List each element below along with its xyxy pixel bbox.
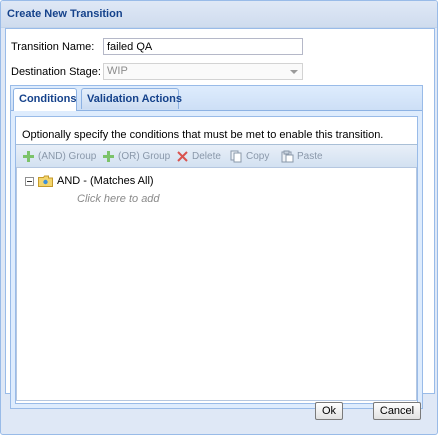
copy-button[interactable]: Copy — [230, 148, 269, 164]
plus-icon — [22, 150, 35, 163]
dialog-titlebar[interactable]: Create New Transition — [1, 1, 437, 28]
chevron-down-icon[interactable] — [286, 64, 302, 79]
paste-button[interactable]: Paste — [281, 148, 323, 164]
add-and-group-label: (AND) Group — [38, 150, 97, 162]
create-transition-dialog: Create New Transition Transition Name: D… — [0, 0, 438, 435]
tab-strip: Conditions Validation Actions — [11, 86, 422, 111]
delete-label: Delete — [192, 150, 221, 162]
cancel-button[interactable]: Cancel — [373, 402, 421, 420]
transition-name-label: Transition Name: — [11, 41, 95, 53]
add-and-group-button[interactable]: (AND) Group — [22, 148, 96, 164]
tab-validation-actions[interactable]: Validation Actions — [81, 88, 182, 109]
copy-label: Copy — [246, 150, 270, 162]
paste-icon — [281, 150, 294, 163]
transition-name-input[interactable] — [103, 38, 303, 55]
destination-stage-label: Destination Stage: — [11, 66, 101, 78]
tab-conditions[interactable]: Conditions — [13, 88, 77, 111]
ok-button[interactable]: Ok — [315, 402, 343, 420]
tree-root-label: AND - (Matches All) — [57, 175, 154, 187]
dialog-body: Transition Name: Destination Stage: WIP … — [5, 28, 435, 409]
dialog-title: Create New Transition — [7, 8, 123, 20]
folder-icon — [38, 175, 53, 187]
add-or-group-button[interactable]: (OR) Group — [102, 148, 170, 164]
add-or-group-label: (OR) Group — [118, 150, 171, 162]
conditions-toolbar: (AND) Group (OR) Group Delete Copy Paste — [16, 144, 417, 168]
collapse-icon[interactable] — [25, 176, 34, 186]
add-condition-placeholder[interactable]: Click here to add — [77, 193, 160, 205]
delete-x-icon — [176, 150, 189, 163]
copy-icon — [230, 150, 243, 163]
delete-button[interactable]: Delete — [176, 148, 221, 164]
destination-stage-combo[interactable]: WIP — [103, 63, 303, 80]
destination-stage-value: WIP — [107, 65, 128, 77]
plus-icon — [102, 150, 115, 163]
paste-label: Paste — [297, 150, 323, 162]
conditions-panel: Optionally specify the conditions that m… — [15, 116, 418, 404]
conditions-tree[interactable]: AND - (Matches All) Click here to add — [16, 167, 417, 401]
conditions-description: Optionally specify the conditions that m… — [22, 129, 384, 141]
tab-panel: Conditions Validation Actions Optionally… — [10, 85, 423, 409]
tree-root-node[interactable]: AND - (Matches All) — [25, 173, 154, 189]
